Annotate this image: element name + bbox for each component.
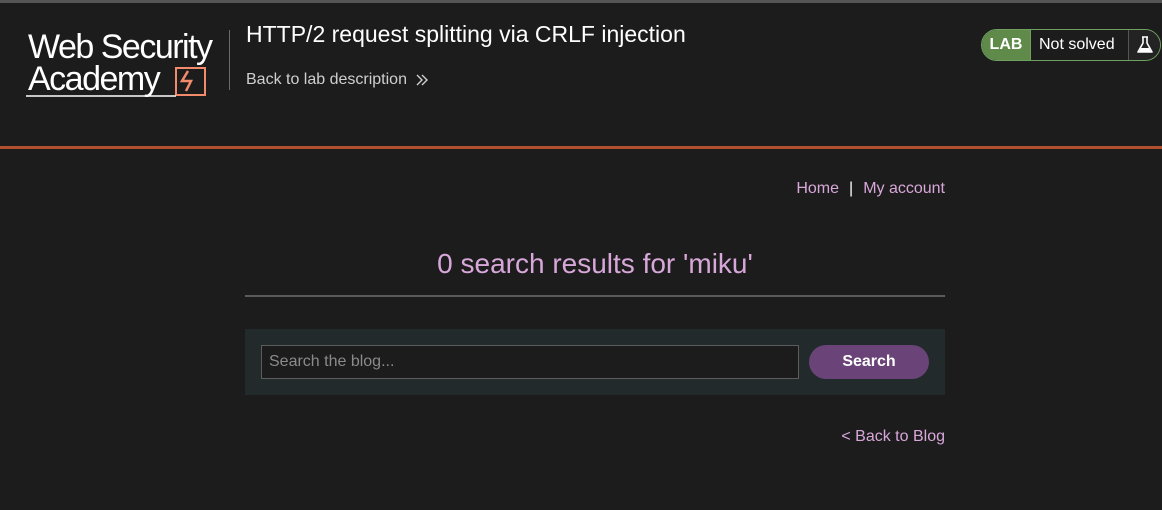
lab-badge: LAB bbox=[982, 30, 1030, 60]
nav-separator: | bbox=[849, 180, 854, 197]
flask-icon bbox=[1136, 36, 1153, 53]
back-to-lab-description-label: Back to lab description bbox=[246, 71, 407, 88]
search-button[interactable]: Search bbox=[809, 345, 929, 379]
back-to-lab-description-link[interactable]: Back to lab description bbox=[246, 71, 429, 89]
search-panel: Search bbox=[245, 329, 945, 395]
search-input[interactable] bbox=[261, 345, 799, 379]
nav-home-link[interactable]: Home bbox=[796, 180, 839, 197]
results-divider bbox=[245, 295, 945, 297]
lab-status-widget: LAB Not solved bbox=[981, 29, 1161, 61]
web-security-academy-logo[interactable]: Web Security Academy bbox=[26, 25, 226, 100]
back-to-blog-link[interactable]: < Back to Blog bbox=[841, 428, 945, 446]
header-accent-rule bbox=[0, 146, 1162, 149]
lab-header: Web Security Academy HTTP/2 request spli… bbox=[0, 3, 1162, 146]
lab-status-text: Not solved bbox=[1030, 30, 1128, 60]
double-chevron-right-icon bbox=[416, 74, 428, 86]
nav-my-account-link[interactable]: My account bbox=[863, 180, 945, 197]
lab-flask-button[interactable] bbox=[1128, 30, 1160, 60]
lab-title: HTTP/2 request splitting via CRLF inject… bbox=[246, 21, 686, 47]
logo-line2: Academy bbox=[28, 60, 161, 98]
top-nav: Home | My account bbox=[796, 180, 945, 198]
logo-divider bbox=[229, 30, 230, 90]
search-results-heading: 0 search results for 'miku' bbox=[437, 248, 753, 279]
